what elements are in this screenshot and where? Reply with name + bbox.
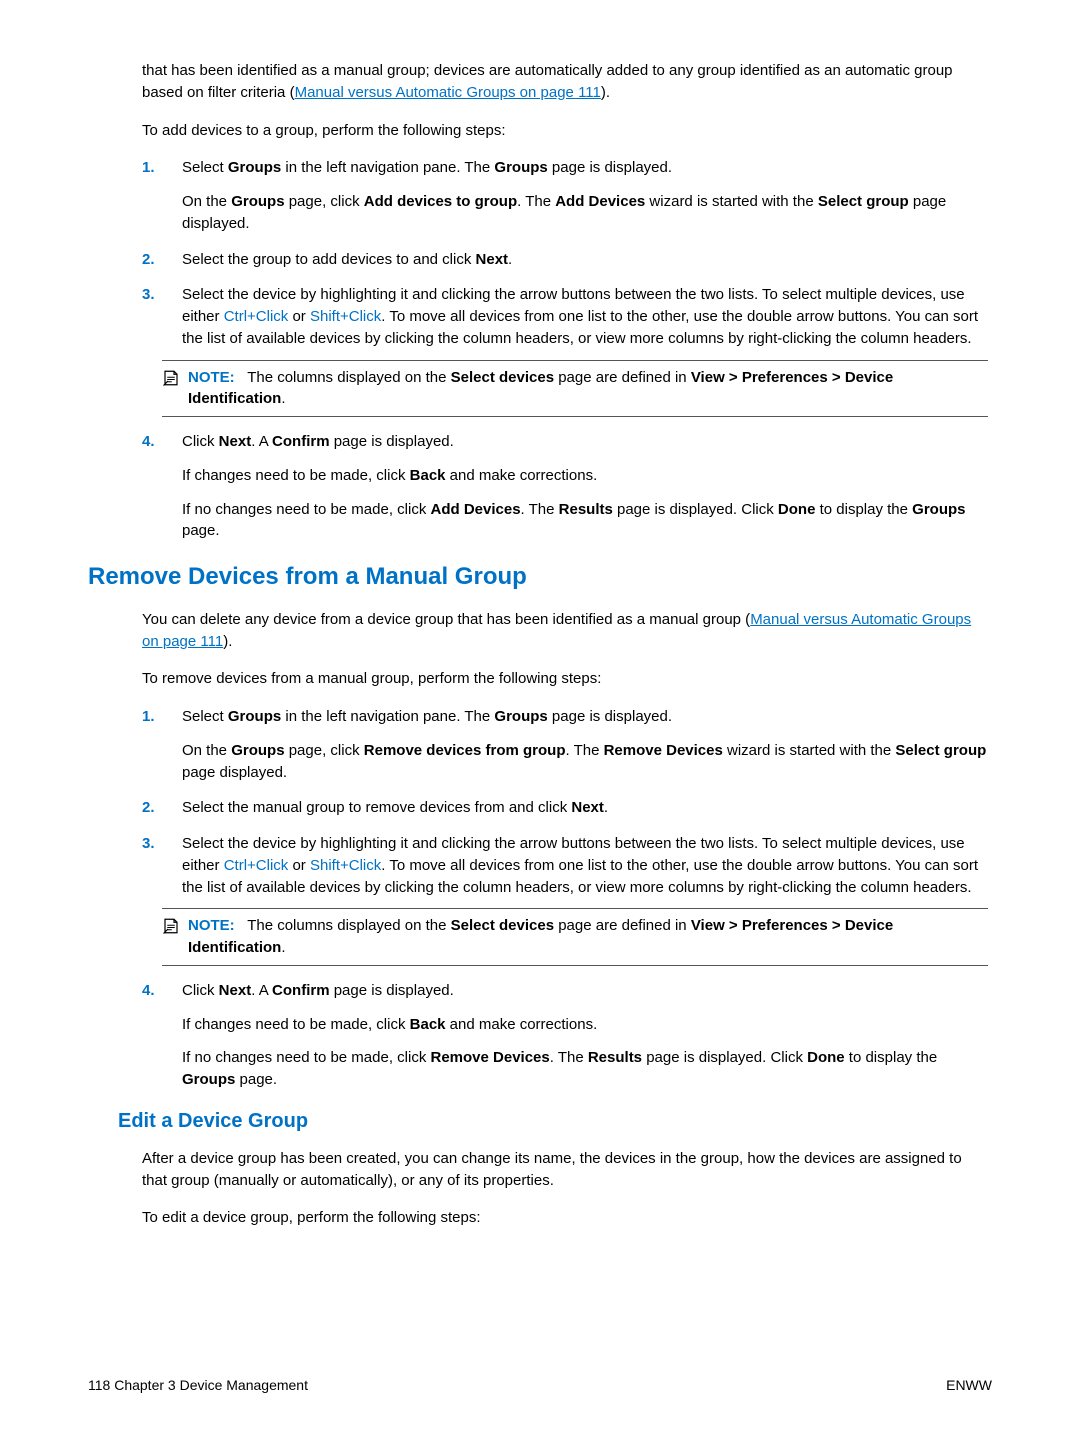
step-body: Select the manual group to remove device… xyxy=(182,797,988,819)
note-icon xyxy=(162,917,180,942)
remove-devices-steps: 1. Select Groups in the left navigation … xyxy=(142,706,988,1091)
note-label: NOTE: xyxy=(188,917,235,934)
step-2: 2. Select the group to add devices to an… xyxy=(142,249,988,271)
footer-left: 118 Chapter 3 Device Management xyxy=(88,1375,308,1395)
step-number: 4. xyxy=(142,431,155,453)
step-number: 2. xyxy=(142,797,155,819)
add-devices-lead: To add devices to a group, perform the f… xyxy=(142,120,988,142)
text: Click Next. A Confirm page is displayed. xyxy=(182,431,988,453)
step-body: Select the group to add devices to and c… xyxy=(182,249,988,271)
text: If no changes need to be made, click Rem… xyxy=(182,1047,988,1091)
note-icon xyxy=(162,369,180,394)
text: Select Groups in the left navigation pan… xyxy=(182,706,988,728)
heading-edit-group: Edit a Device Group xyxy=(118,1107,988,1136)
kbd-ctrl-click: Ctrl+Click xyxy=(224,857,289,874)
step-2: 2. Select the manual group to remove dev… xyxy=(142,797,988,819)
remove-lead: To remove devices from a manual group, p… xyxy=(142,668,988,690)
link-manual-vs-auto[interactable]: Manual versus Automatic Groups on page 1… xyxy=(295,84,601,101)
step-body: Click Next. A Confirm page is displayed.… xyxy=(182,431,988,542)
step-1: 1. Select Groups in the left navigation … xyxy=(142,706,988,783)
page-content: that has been identified as a manual gro… xyxy=(88,60,992,1229)
note-text: NOTE: The columns displayed on the Selec… xyxy=(188,915,988,959)
step-body: Select the device by highlighting it and… xyxy=(182,833,988,898)
step-3: 3. Select the device by highlighting it … xyxy=(142,833,988,966)
step-3: 3. Select the device by highlighting it … xyxy=(142,284,988,417)
text: If changes need to be made, click Back a… xyxy=(182,1014,988,1036)
note-label: NOTE: xyxy=(188,369,235,386)
kbd-shift-click: Shift+Click xyxy=(310,308,381,325)
step-number: 4. xyxy=(142,980,155,1002)
step-4: 4. Click Next. A Confirm page is display… xyxy=(142,980,988,1091)
step-body: Select Groups in the left navigation pan… xyxy=(182,706,988,783)
text: If changes need to be made, click Back a… xyxy=(182,465,988,487)
text: Select Groups in the left navigation pan… xyxy=(182,157,988,179)
text: On the Groups page, click Add devices to… xyxy=(182,191,988,235)
intro-paragraph: that has been identified as a manual gro… xyxy=(142,60,988,104)
add-devices-steps: 1. Select Groups in the left navigation … xyxy=(142,157,988,542)
note-text: NOTE: The columns displayed on the Selec… xyxy=(188,367,988,411)
step-number: 2. xyxy=(142,249,155,271)
edit-intro: After a device group has been created, y… xyxy=(142,1148,988,1192)
text: Select the device by highlighting it and… xyxy=(182,284,988,349)
step-body: Select Groups in the left navigation pan… xyxy=(182,157,988,234)
footer-right: ENWW xyxy=(946,1375,992,1395)
text: Select the manual group to remove device… xyxy=(182,797,988,819)
text: Select the device by highlighting it and… xyxy=(182,833,988,898)
text: Select the group to add devices to and c… xyxy=(182,249,988,271)
kbd-shift-click: Shift+Click xyxy=(310,857,381,874)
note-box: NOTE: The columns displayed on the Selec… xyxy=(162,908,988,966)
step-body: Click Next. A Confirm page is displayed.… xyxy=(182,980,988,1091)
text: Click Next. A Confirm page is displayed. xyxy=(182,980,988,1002)
text: If no changes need to be made, click Add… xyxy=(182,499,988,543)
step-body: Select the device by highlighting it and… xyxy=(182,284,988,349)
text: On the Groups page, click Remove devices… xyxy=(182,740,988,784)
step-number: 1. xyxy=(142,157,155,179)
step-1: 1. Select Groups in the left navigation … xyxy=(142,157,988,234)
kbd-ctrl-click: Ctrl+Click xyxy=(224,308,289,325)
note-box: NOTE: The columns displayed on the Selec… xyxy=(162,360,988,418)
page-footer: 118 Chapter 3 Device Management ENWW xyxy=(88,1375,992,1395)
remove-intro: You can delete any device from a device … xyxy=(142,609,988,653)
step-number: 1. xyxy=(142,706,155,728)
step-number: 3. xyxy=(142,284,155,306)
text: ). xyxy=(601,84,610,101)
step-number: 3. xyxy=(142,833,155,855)
step-4: 4. Click Next. A Confirm page is display… xyxy=(142,431,988,542)
edit-lead: To edit a device group, perform the foll… xyxy=(142,1207,988,1229)
heading-remove-devices: Remove Devices from a Manual Group xyxy=(88,560,988,595)
